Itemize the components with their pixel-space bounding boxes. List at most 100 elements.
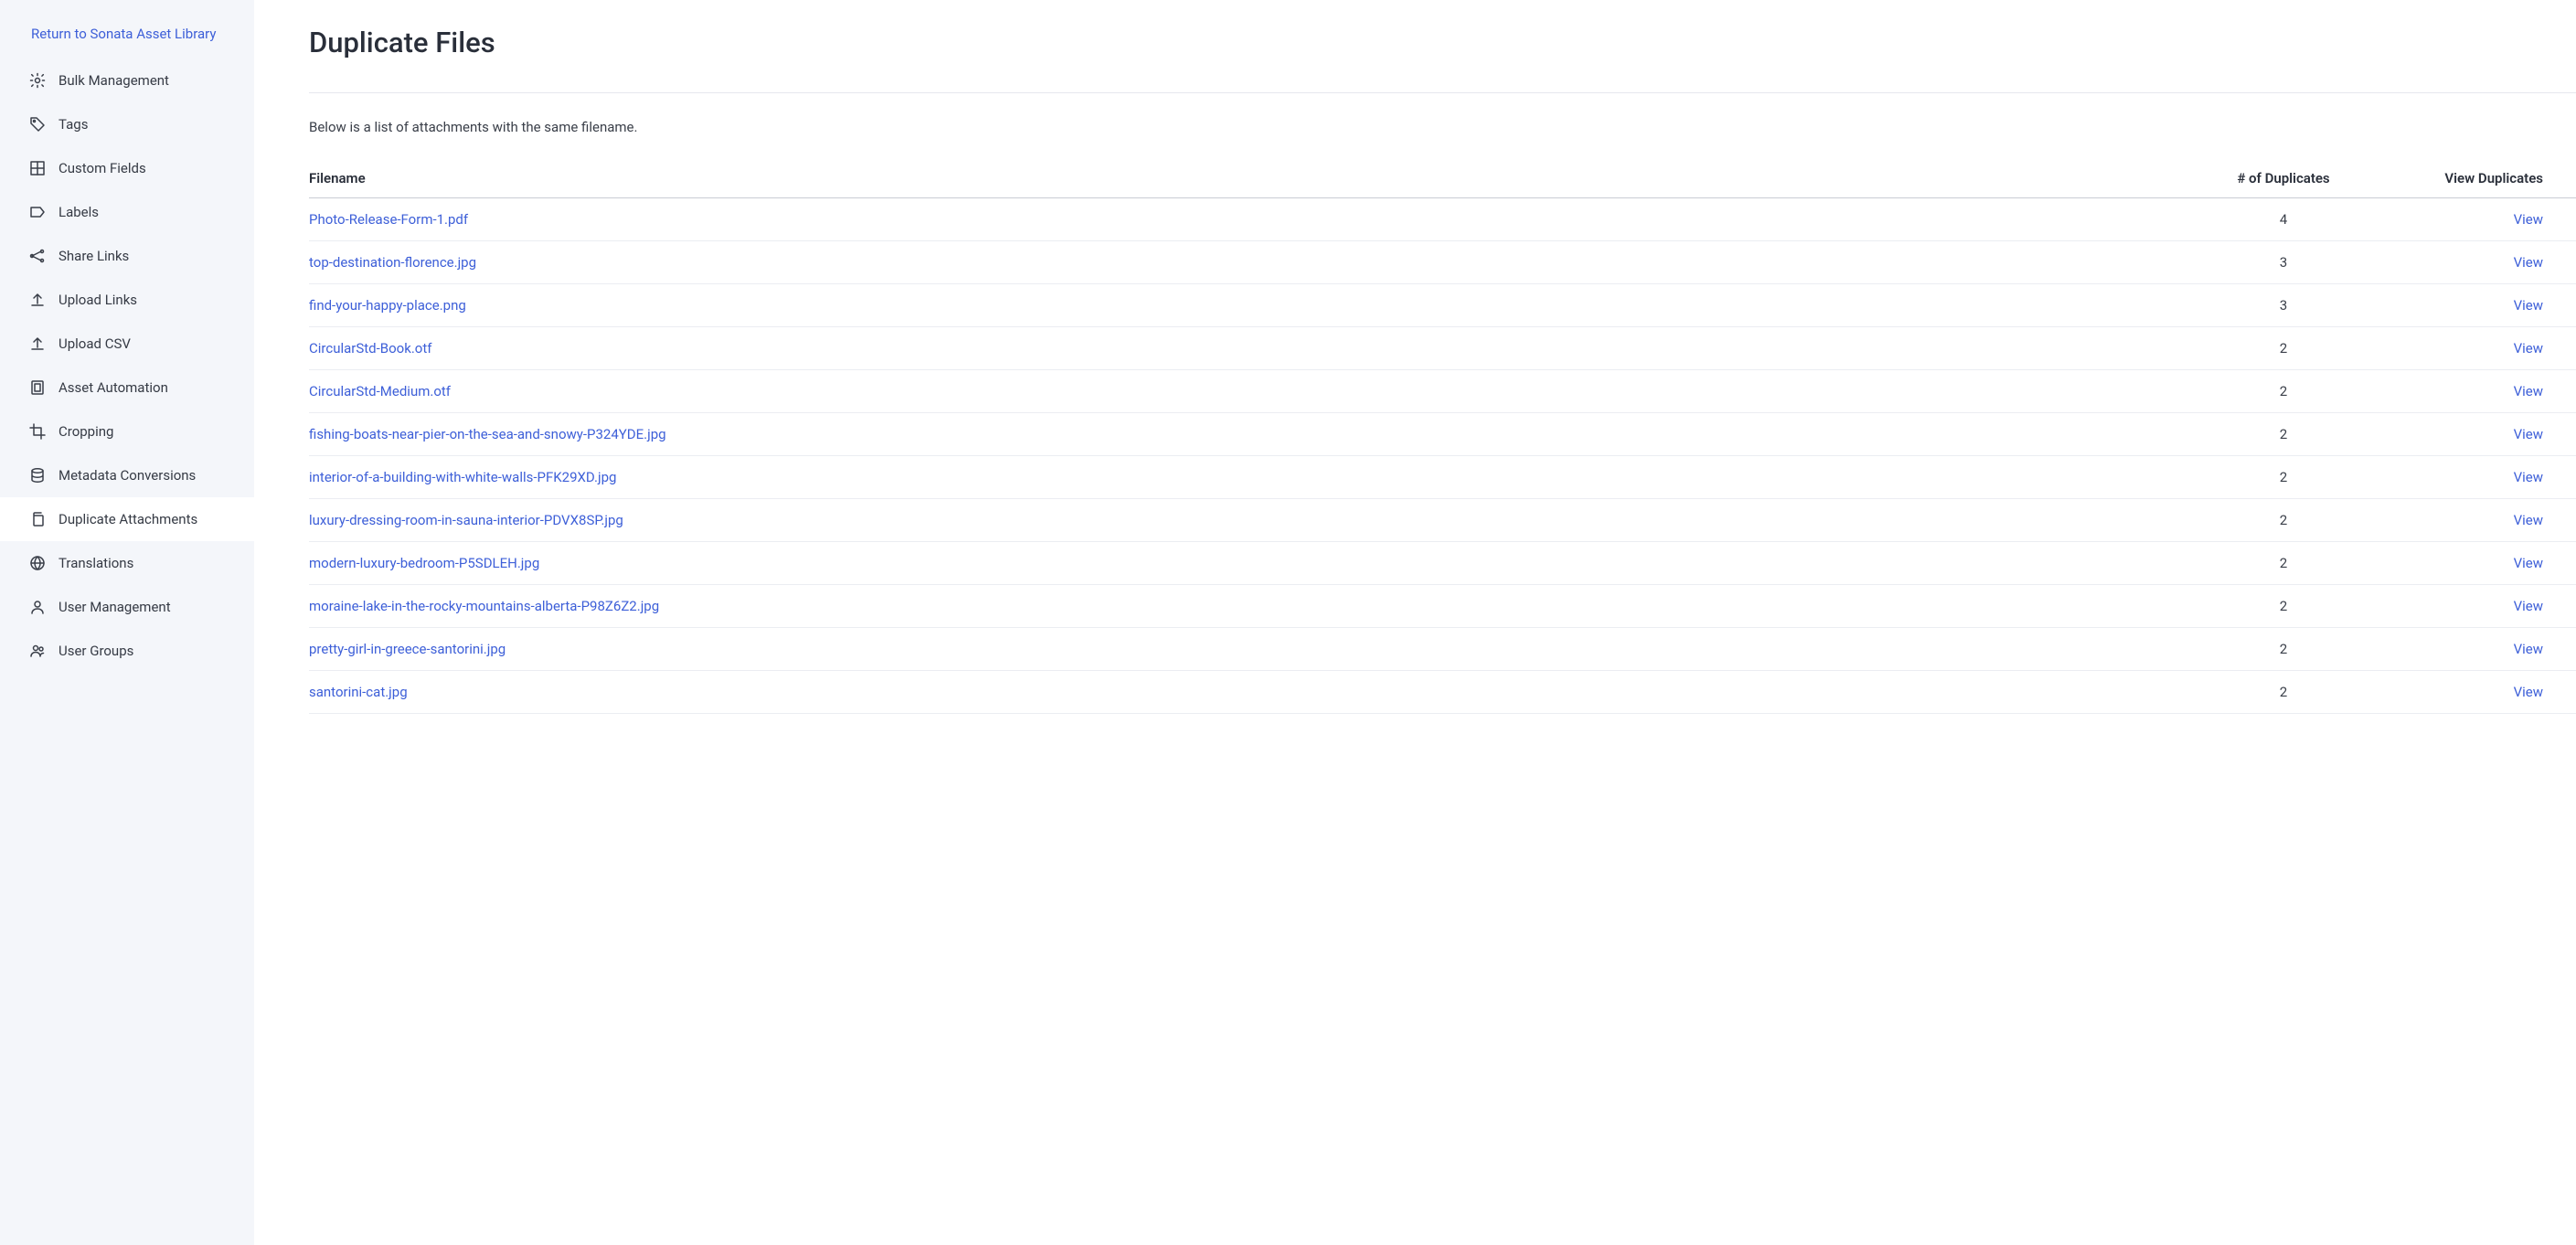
duplicates-table: Filename # of Duplicates View Duplicates… (309, 161, 2576, 714)
sidebar-item-label: Labels (59, 204, 99, 220)
sidebar-item-label: User Groups (59, 643, 133, 659)
sidebar-item-upload-links[interactable]: Upload Links (0, 278, 254, 322)
filename-link[interactable]: find-your-happy-place.png (309, 297, 466, 314)
sidebar-item-metadata-conversions[interactable]: Metadata Conversions (0, 453, 254, 497)
table-row: interior-of-a-building-with-white-walls-… (309, 456, 2576, 499)
sidebar-item-label: Upload Links (59, 292, 137, 308)
nav-list: Bulk Management Tags Custom Fields Labels Sh… (0, 59, 254, 673)
sidebar-item-label: Asset Automation (59, 379, 168, 396)
view-link[interactable]: View (2514, 211, 2543, 228)
tag-icon (29, 116, 46, 133)
sidebar-item-bulk-management[interactable]: Bulk Management (0, 59, 254, 102)
duplicate-count: 3 (2192, 241, 2375, 284)
filename-link[interactable]: top-destination-florence.jpg (309, 254, 476, 271)
return-link[interactable]: Return to Sonata Asset Library (0, 16, 254, 51)
copy-icon (29, 511, 46, 527)
view-link[interactable]: View (2514, 555, 2543, 571)
view-link[interactable]: View (2514, 340, 2543, 356)
share-icon (29, 248, 46, 264)
filename-link[interactable]: interior-of-a-building-with-white-walls-… (309, 469, 616, 485)
table-row: luxury-dressing-room-in-sauna-interior-P… (309, 499, 2576, 542)
users-icon (29, 643, 46, 659)
table-row: santorini-cat.jpg 2 View (309, 671, 2576, 714)
globe-icon (29, 555, 46, 571)
sidebar-item-label: Share Links (59, 248, 129, 264)
view-link[interactable]: View (2514, 684, 2543, 700)
filename-link[interactable]: pretty-girl-in-greece-santorini.jpg (309, 641, 506, 657)
sidebar-item-cropping[interactable]: Cropping (0, 410, 254, 453)
view-link[interactable]: View (2514, 512, 2543, 528)
table-row: top-destination-florence.jpg 3 View (309, 241, 2576, 284)
sidebar-item-label: Upload CSV (59, 335, 131, 352)
sidebar-item-label: Metadata Conversions (59, 467, 196, 484)
duplicate-count: 2 (2192, 413, 2375, 456)
table-row: CircularStd-Book.otf 2 View (309, 327, 2576, 370)
duplicate-count: 3 (2192, 284, 2375, 327)
duplicate-count: 2 (2192, 585, 2375, 628)
duplicate-count: 2 (2192, 628, 2375, 671)
duplicate-count: 2 (2192, 456, 2375, 499)
filename-link[interactable]: santorini-cat.jpg (309, 684, 408, 700)
duplicate-count: 2 (2192, 542, 2375, 585)
sidebar-item-label: Cropping (59, 423, 113, 440)
duplicate-count: 2 (2192, 370, 2375, 413)
table-row: moraine-lake-in-the-rocky-mountains-albe… (309, 585, 2576, 628)
automation-icon (29, 379, 46, 396)
filename-link[interactable]: Photo-Release-Form-1.pdf (309, 211, 468, 228)
filename-link[interactable]: modern-luxury-bedroom-P5SDLEH.jpg (309, 555, 539, 571)
filename-link[interactable]: CircularStd-Medium.otf (309, 383, 451, 399)
sidebar-item-label: Custom Fields (59, 160, 146, 176)
divider (309, 92, 2576, 93)
sidebar-item-tags[interactable]: Tags (0, 102, 254, 146)
upload-icon (29, 335, 46, 352)
col-header-filename: Filename (309, 161, 2192, 198)
main-content: Duplicate Files Below is a list of attac… (254, 0, 2576, 1245)
view-link[interactable]: View (2514, 383, 2543, 399)
view-link[interactable]: View (2514, 469, 2543, 485)
table-row: pretty-girl-in-greece-santorini.jpg 2 View (309, 628, 2576, 671)
sidebar-item-asset-automation[interactable]: Asset Automation (0, 366, 254, 410)
sidebar: Return to Sonata Asset Library Bulk Mana… (0, 0, 254, 1245)
sidebar-item-label: Tags (59, 116, 88, 133)
gear-icon (29, 72, 46, 89)
table-row: fishing-boats-near-pier-on-the-sea-and-s… (309, 413, 2576, 456)
label-icon (29, 204, 46, 220)
table-row: Photo-Release-Form-1.pdf 4 View (309, 198, 2576, 241)
view-link[interactable]: View (2514, 641, 2543, 657)
sidebar-item-labels[interactable]: Labels (0, 190, 254, 234)
grid-icon (29, 160, 46, 176)
user-icon (29, 599, 46, 615)
duplicate-count: 4 (2192, 198, 2375, 241)
sidebar-item-user-management[interactable]: User Management (0, 585, 254, 629)
filename-link[interactable]: CircularStd-Book.otf (309, 340, 431, 356)
sidebar-item-share-links[interactable]: Share Links (0, 234, 254, 278)
sidebar-item-label: Duplicate Attachments (59, 511, 197, 527)
filename-link[interactable]: fishing-boats-near-pier-on-the-sea-and-s… (309, 426, 666, 442)
duplicate-count: 2 (2192, 499, 2375, 542)
view-link[interactable]: View (2514, 598, 2543, 614)
filename-link[interactable]: moraine-lake-in-the-rocky-mountains-albe… (309, 598, 659, 614)
filename-link[interactable]: luxury-dressing-room-in-sauna-interior-P… (309, 512, 623, 528)
duplicate-count: 2 (2192, 671, 2375, 714)
upload-icon (29, 292, 46, 308)
sidebar-item-custom-fields[interactable]: Custom Fields (0, 146, 254, 190)
crop-icon (29, 423, 46, 440)
sidebar-item-label: Bulk Management (59, 72, 169, 89)
sidebar-item-duplicate-attachments[interactable]: Duplicate Attachments (0, 497, 254, 541)
sidebar-item-upload-csv[interactable]: Upload CSV (0, 322, 254, 366)
database-icon (29, 467, 46, 484)
sidebar-item-label: Translations (59, 555, 133, 571)
table-row: find-your-happy-place.png 3 View (309, 284, 2576, 327)
col-header-view: View Duplicates (2375, 161, 2576, 198)
table-row: CircularStd-Medium.otf 2 View (309, 370, 2576, 413)
sidebar-item-translations[interactable]: Translations (0, 541, 254, 585)
view-link[interactable]: View (2514, 297, 2543, 314)
sidebar-item-user-groups[interactable]: User Groups (0, 629, 254, 673)
table-row: modern-luxury-bedroom-P5SDLEH.jpg 2 View (309, 542, 2576, 585)
sidebar-item-label: User Management (59, 599, 171, 615)
description: Below is a list of attachments with the … (309, 119, 2576, 135)
duplicate-count: 2 (2192, 327, 2375, 370)
view-link[interactable]: View (2514, 426, 2543, 442)
view-link[interactable]: View (2514, 254, 2543, 271)
page-title: Duplicate Files (309, 26, 2576, 59)
